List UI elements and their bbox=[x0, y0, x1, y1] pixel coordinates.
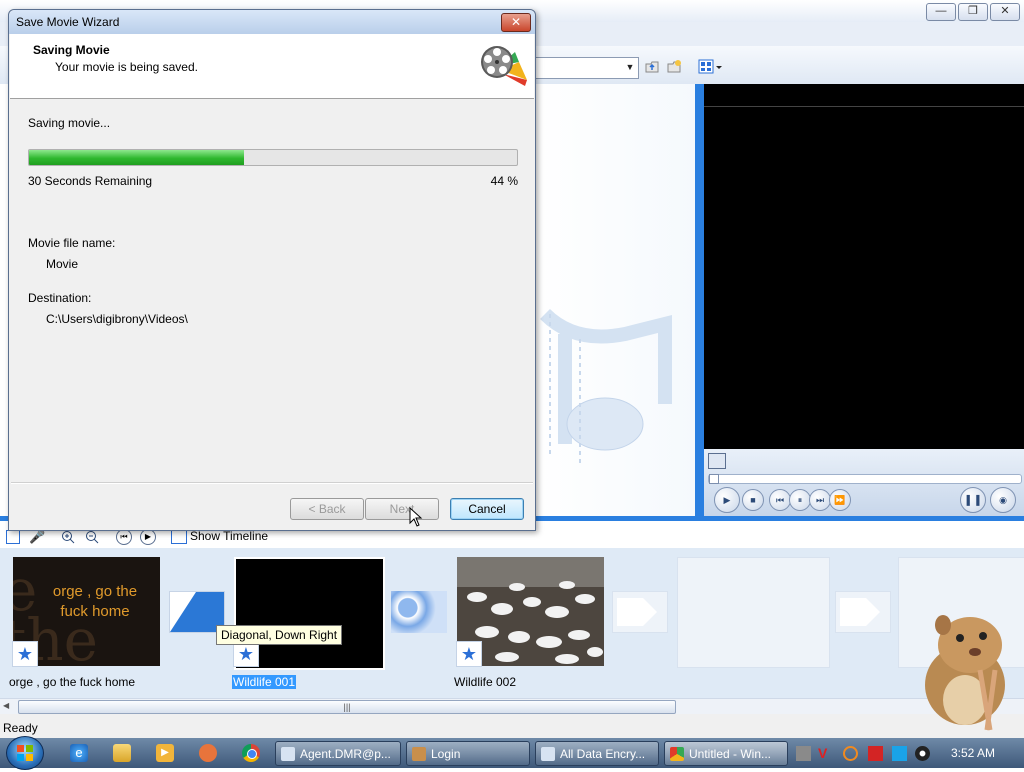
take-picture-icon[interactable]: ◉ bbox=[990, 487, 1016, 513]
rewind-icon[interactable]: ⏮ bbox=[116, 529, 132, 545]
progress-percent: 44 % bbox=[490, 174, 518, 188]
scrollbar-thumb[interactable]: ||| bbox=[18, 700, 676, 714]
internet-explorer-icon[interactable]: e bbox=[70, 744, 88, 762]
play-storyboard-icon[interactable]: ▶ bbox=[140, 529, 156, 545]
file-name-label: Movie file name: bbox=[28, 236, 116, 250]
taskbar-item-movie-maker[interactable]: Untitled - Win... bbox=[664, 741, 788, 766]
header-title: Saving Movie bbox=[33, 43, 110, 57]
clip-title-line1: orge , go the bbox=[52, 583, 138, 600]
next-frame-icon[interactable]: ⏩ bbox=[829, 489, 851, 511]
folder-icon[interactable] bbox=[113, 744, 131, 762]
taskbar-item-data-encryption[interactable]: All Data Encry... bbox=[535, 741, 659, 766]
dialog-separator bbox=[11, 482, 533, 484]
zoom-out-icon[interactable] bbox=[85, 530, 99, 544]
progress-fill bbox=[29, 150, 244, 165]
transition-blur[interactable] bbox=[391, 591, 447, 633]
clip-label[interactable]: Wildlife 002 bbox=[454, 675, 516, 689]
chrome-icon[interactable] bbox=[242, 744, 260, 762]
collections-panel bbox=[535, 84, 695, 516]
clip-label-selected[interactable]: Wildlife 001 bbox=[232, 675, 297, 689]
destination-label: Destination: bbox=[28, 291, 92, 305]
new-folder-icon[interactable] bbox=[665, 58, 683, 76]
header-subtitle: Your movie is being saved. bbox=[55, 60, 198, 74]
transition-slot-empty[interactable] bbox=[835, 591, 891, 633]
next-button[interactable]: Next bbox=[365, 498, 439, 520]
save-movie-wizard-dialog: Save Movie Wizard ✕ Saving Movie Your mo… bbox=[8, 9, 536, 531]
tray-app-icon[interactable] bbox=[796, 746, 811, 761]
taskbar-item-label: Login bbox=[431, 747, 461, 761]
show-timeline-button[interactable]: Show Timeline bbox=[190, 529, 268, 543]
clip-slot-empty[interactable] bbox=[677, 557, 830, 668]
time-remaining: 30 Seconds Remaining bbox=[28, 174, 153, 188]
back-button[interactable]: < Back bbox=[290, 498, 364, 520]
split-clip-icon[interactable]: ▌▐ bbox=[960, 487, 986, 513]
zoom-in-icon[interactable] bbox=[61, 530, 75, 544]
empty-transition-arrow-icon bbox=[617, 598, 657, 626]
movie-maker-icon bbox=[670, 747, 684, 761]
window-icon bbox=[281, 747, 295, 761]
flag-icon[interactable] bbox=[868, 746, 883, 761]
video-effect-star-icon[interactable]: ★ bbox=[12, 641, 38, 667]
video-preview-monitor bbox=[704, 84, 1024, 449]
video-effect-star-icon[interactable]: ★ bbox=[456, 641, 482, 667]
restore-button[interactable]: ❐ bbox=[958, 3, 988, 21]
volume-icon[interactable] bbox=[915, 746, 930, 761]
taskbar-item-label: All Data Encry... bbox=[560, 747, 646, 761]
dialog-close-button[interactable]: ✕ bbox=[501, 13, 531, 32]
clip-label[interactable]: orge , go the fuck home bbox=[9, 675, 135, 689]
save-progress-bar bbox=[28, 149, 518, 166]
taskbar-item-label: Agent.DMR@p... bbox=[300, 747, 391, 761]
narrate-icon[interactable]: 🎤 bbox=[29, 529, 45, 545]
fullscreen-icon[interactable] bbox=[708, 453, 726, 469]
status-bar bbox=[0, 714, 1024, 738]
clip-title-line2: fuck home bbox=[60, 603, 130, 620]
network-icon[interactable] bbox=[892, 746, 907, 761]
up-folder-icon[interactable] bbox=[643, 58, 661, 76]
clock[interactable]: 3:52 AM bbox=[951, 746, 995, 760]
cancel-button[interactable]: Cancel bbox=[450, 498, 524, 520]
file-name-value: Movie bbox=[46, 257, 79, 271]
start-button[interactable] bbox=[6, 736, 44, 770]
clip-title-overlay: orge , go the fuck home bbox=[40, 582, 150, 622]
chrome-center bbox=[247, 749, 257, 759]
taskbar-item-agent[interactable]: Agent.DMR@p... bbox=[275, 741, 401, 766]
play-icon[interactable]: ▶ bbox=[714, 487, 740, 513]
app-launcher-icon[interactable] bbox=[199, 744, 217, 762]
minimize-button[interactable]: — bbox=[926, 3, 956, 21]
antivirus-icon[interactable]: V bbox=[818, 746, 833, 761]
hamster-mascot-icon bbox=[925, 615, 1005, 731]
close-button[interactable]: ✕ bbox=[990, 3, 1020, 21]
media-player-icon[interactable]: ▶ bbox=[156, 744, 174, 762]
status-text: Ready bbox=[3, 721, 38, 735]
taskbar-item-login[interactable]: Login bbox=[406, 741, 530, 766]
saving-status-text: Saving movie... bbox=[28, 116, 111, 130]
window-icon bbox=[541, 747, 555, 761]
film-reel-icon bbox=[481, 46, 527, 86]
collection-dropdown[interactable]: ▼ bbox=[535, 57, 639, 79]
timeline-icon[interactable] bbox=[171, 530, 187, 544]
transition-slot-empty[interactable] bbox=[612, 591, 668, 633]
search-tray-icon[interactable] bbox=[843, 746, 858, 761]
pause-icon[interactable]: ⏸ bbox=[789, 489, 811, 511]
transition-tooltip: Diagonal, Down Right bbox=[216, 625, 343, 645]
storyboard-view-icon[interactable] bbox=[6, 530, 20, 544]
scroll-left-icon[interactable]: ◀ bbox=[3, 701, 9, 710]
seek-bar[interactable] bbox=[708, 474, 1022, 484]
previous-frame-icon[interactable]: ⏮ bbox=[769, 489, 791, 511]
destination-value: C:\Users\digibrony\Videos\ bbox=[46, 312, 188, 326]
panel-divider bbox=[695, 84, 704, 516]
forward-icon[interactable]: ⏭ bbox=[809, 489, 831, 511]
windows-logo-icon bbox=[17, 745, 33, 761]
stop-icon[interactable]: ■ bbox=[742, 489, 764, 511]
chevron-down-icon: ▼ bbox=[625, 62, 635, 72]
login-app-icon bbox=[412, 747, 426, 761]
seek-handle[interactable] bbox=[709, 474, 719, 484]
dialog-title: Save Movie Wizard bbox=[16, 15, 120, 29]
music-note-watermark-icon bbox=[540, 308, 672, 464]
taskbar-item-label: Untitled - Win... bbox=[689, 747, 772, 761]
preview-divider bbox=[704, 106, 1024, 107]
view-options-icon[interactable] bbox=[698, 58, 724, 76]
empty-transition-arrow-icon bbox=[840, 598, 880, 626]
mouse-cursor-icon bbox=[409, 507, 423, 527]
